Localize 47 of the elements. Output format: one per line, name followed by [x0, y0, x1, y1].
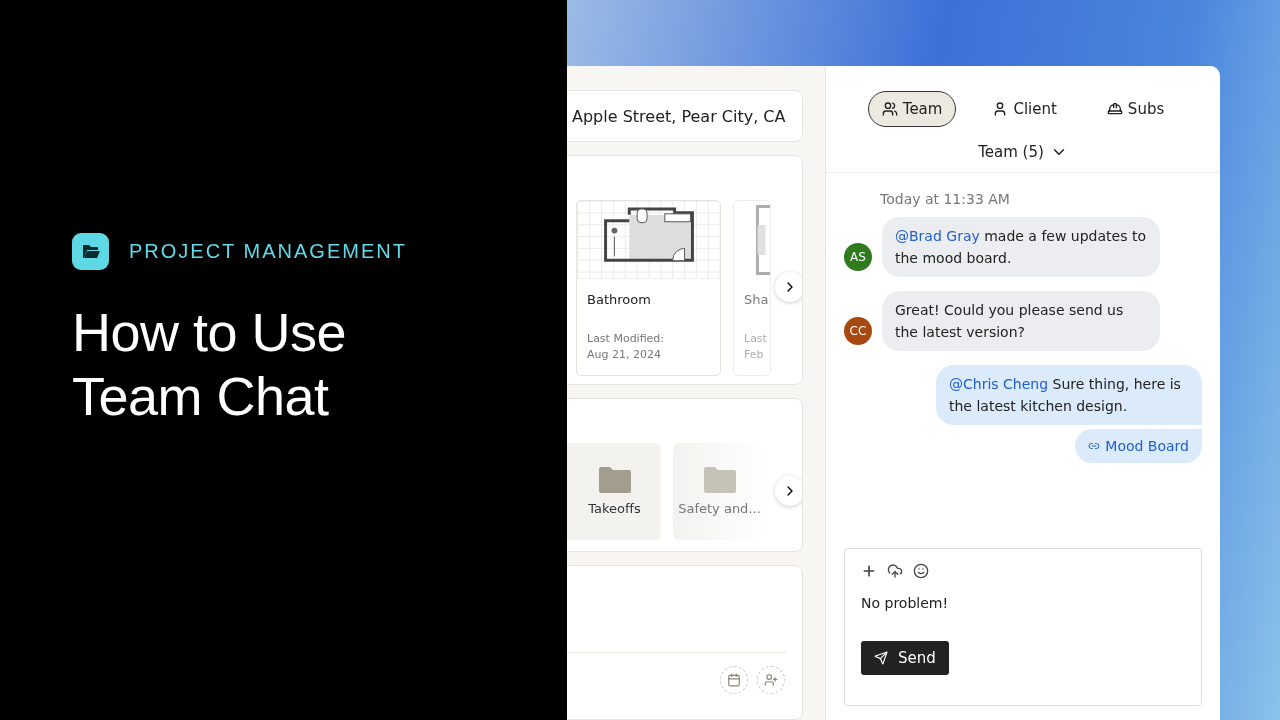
upload-button[interactable] [887, 563, 903, 579]
message-text: @Brad Gray made a few updates to the mood board. [895, 227, 1147, 268]
category-label: PROJECT MANAGEMENT [129, 239, 407, 263]
add-user-button[interactable] [757, 665, 785, 694]
chat-tab[interactable]: Client [978, 91, 1071, 127]
drawing-card[interactable]: Bathroom Last Modified: Aug 21, 2024 [576, 200, 721, 377]
project-address: Apple Street, Pear City, CA [572, 107, 786, 126]
calendar-icon [727, 672, 741, 687]
message-text: Great! Could you please send us the latest version? [895, 301, 1125, 342]
folder-icon [703, 467, 736, 494]
avatar: AS [844, 243, 872, 271]
folder-tile[interactable]: Takeoffs [567, 443, 661, 541]
page-title: How to Use Team Chat [72, 300, 348, 428]
folder-icon [598, 467, 631, 494]
cloud-upload-icon [887, 563, 903, 579]
folder-logo-icon [72, 232, 109, 270]
chat-tab[interactable]: Team [867, 91, 957, 127]
last-modified-text: Last Modified: Aug 21, 2024 [586, 331, 666, 364]
hard-hat-icon [1106, 101, 1123, 117]
next-button[interactable] [775, 476, 802, 507]
mention-link[interactable]: @Chris Cheng [949, 376, 1049, 392]
drawing-title: Bathroom [586, 291, 652, 308]
drawing-title: Sha [743, 291, 770, 308]
floor-plan-drawing [756, 205, 770, 276]
folder-name: Safety and... [678, 501, 761, 517]
people-icon [881, 101, 898, 117]
send-icon [874, 651, 888, 665]
add-button[interactable] [861, 563, 877, 579]
emoji-button[interactable] [913, 563, 929, 579]
message-text: @Chris Cheng Sure thing, here is the latest kitchen design. [949, 375, 1182, 416]
last-modified-text: Last Feb [743, 331, 768, 364]
drawing-card[interactable]: Sha Last Feb [733, 200, 771, 377]
send-button[interactable]: Send [861, 641, 949, 675]
group-dropdown[interactable]: Team (5) [978, 143, 1068, 161]
mention-link[interactable]: @Brad Gray [895, 228, 980, 244]
next-button[interactable] [775, 272, 802, 303]
add-user-icon [764, 672, 778, 687]
plus-icon [861, 563, 877, 579]
smile-icon [913, 563, 929, 579]
link-icon [1088, 440, 1101, 452]
avatar: CC [844, 317, 872, 345]
message-composer[interactable]: No problem! Send [844, 548, 1202, 706]
folder-name: Takeoffs [588, 501, 641, 517]
calendar-button[interactable] [720, 665, 748, 694]
chat-tab[interactable]: Subs [1092, 91, 1179, 127]
timestamp: Today at 11:33 AM [880, 191, 1011, 207]
link-attachment[interactable]: Mood Board [1075, 429, 1202, 463]
